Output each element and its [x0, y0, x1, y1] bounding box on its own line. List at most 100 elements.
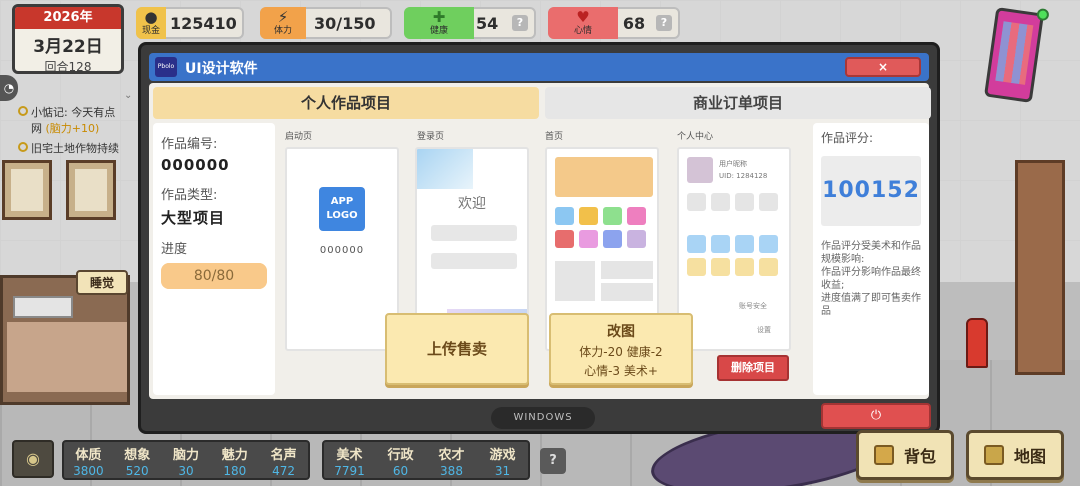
attribute-bar-left: 体质 3800 想象 520 脑力 30 魅力 180 名声 472	[62, 440, 310, 480]
bag-icon	[873, 445, 894, 465]
date-label: 3月22日	[33, 37, 103, 57]
project-type-value: 大型项目	[161, 209, 226, 227]
login-screen-label: 登录页	[417, 132, 445, 142]
home-screen-label: 首页	[545, 132, 564, 142]
login-input-placeholder	[431, 253, 517, 269]
project-info-panel: 作品编号: 000000 作品类型: 大型项目 进度 80/80	[153, 123, 275, 395]
progress-bar: 80/80	[161, 263, 267, 289]
health-label: 健康	[429, 26, 448, 36]
heart-icon: ♥ 心情	[548, 7, 618, 39]
log-entry: 小惦记: 今天有点 网 (脑力+10)	[18, 104, 140, 136]
uid-text: UID: 1284128	[719, 172, 768, 180]
attr-fame: 名声 472	[270, 448, 297, 478]
attributes-help-button[interactable]: ?	[540, 448, 566, 474]
mood-label: 心情	[573, 26, 592, 36]
home-card	[601, 261, 653, 279]
revise-button[interactable]: 改图 体力-20 健康-2 心情-3 美术+	[549, 313, 693, 385]
score-value: 100152	[821, 156, 921, 226]
eye-icon[interactable]: ◉	[12, 440, 54, 478]
fire-extinguisher	[966, 318, 988, 368]
log-text: 旧宅土地作物持续	[31, 142, 119, 155]
login-input-placeholder	[431, 225, 517, 241]
score-desc-3: 进度值满了即可售卖作品	[821, 293, 921, 317]
score-desc-2: 作品评分影响作品最终收益;	[821, 267, 921, 291]
mood-help-button[interactable]: ?	[656, 15, 672, 31]
score-panel: 作品评分: 100152 作品评分受美术和作品规模影响: 作品评分影响作品最终收…	[813, 123, 929, 395]
attr-charm: 魅力 180	[221, 448, 248, 478]
logo-text-2: LOGO	[326, 210, 358, 221]
profile-screen-mock: 用户昵称 UID: 1284128 账号安全 设置	[677, 147, 791, 351]
attr-imagination: 想象 520	[124, 448, 151, 478]
energy-label: 体力	[273, 26, 292, 36]
ui-design-software-window: Pbolo UI设计软件 × 个人作品项目 商业订单项目 作品编号: 00000…	[138, 42, 940, 434]
energy-value: 30/150	[314, 13, 376, 33]
mood-stat: ♥ 心情 68 ?	[548, 7, 680, 39]
nickname-text: 用户昵称	[719, 160, 747, 168]
settings-text: 设置	[757, 326, 771, 334]
revise-cost-1: 体力-20 健康-2	[579, 345, 663, 359]
app-icon: Pbolo	[155, 57, 177, 77]
project-id-label: 作品编号:	[161, 137, 218, 152]
map-label: 地图	[1013, 447, 1046, 466]
cash-label: 现金	[141, 26, 160, 36]
map-icon	[983, 445, 1004, 465]
ring-icon	[18, 142, 28, 152]
attr-farming: 农才 388	[438, 448, 465, 478]
score-description: 作品评分受美术和作品规模影响: 作品评分影响作品最终收益; 进度值满了即可售卖作…	[821, 240, 921, 318]
event-log: 小惦记: 今天有点 网 (脑力+10) 旧宅土地作物持续	[18, 104, 140, 160]
splash-screen-mock: APP LOGO 000000	[285, 147, 399, 351]
account-security-text: 账号安全	[739, 302, 767, 310]
year-label: 2026年	[15, 7, 121, 29]
profile-stats-row	[687, 193, 778, 211]
score-label: 作品评分:	[821, 131, 874, 145]
progress-label: 进度	[161, 242, 188, 257]
mood-value: 68	[622, 13, 646, 33]
login-gradient-deco	[417, 149, 473, 189]
tab-personal-projects[interactable]: 个人作品项目	[153, 87, 539, 119]
revise-cost-2: 心情-3 美术+	[584, 364, 658, 378]
window-content: 个人作品项目 商业订单项目 作品编号: 000000 作品类型: 大型项目 进度…	[149, 83, 931, 399]
chevron-down-icon[interactable]: ⌄	[124, 90, 132, 101]
upload-sell-button[interactable]: 上传售卖	[385, 313, 529, 385]
app-logo-icon: APP LOGO	[319, 187, 365, 231]
welcome-text: 欢迎	[458, 196, 486, 212]
tab-commercial-orders[interactable]: 商业订单项目	[545, 87, 931, 119]
door	[1015, 160, 1065, 375]
power-button[interactable]: ⏻	[821, 403, 931, 429]
attribute-bar-right: 美术 7791 行政 60 农才 388 游戏 31	[322, 440, 530, 480]
health-help-button[interactable]: ?	[512, 15, 528, 31]
attr-physique: 体质 3800	[73, 448, 104, 478]
delete-project-button[interactable]: 删除项目	[717, 355, 789, 381]
project-id-value: 000000	[161, 156, 230, 174]
log-text: 小惦记: 今天有点	[31, 106, 116, 119]
window-title: UI设计软件	[185, 61, 258, 77]
attr-admin: 行政 60	[387, 448, 414, 478]
wall-painting-plant	[2, 160, 52, 220]
progress-text: 80/80	[193, 268, 235, 284]
lightning-icon: ⚡ 体力	[260, 7, 306, 39]
window-titlebar: Pbolo UI设计软件 ×	[149, 53, 929, 81]
backpack-button[interactable]: 背包	[856, 430, 954, 480]
date-card: 2026年 3月22日 回合128	[12, 4, 124, 74]
home-card	[555, 261, 595, 301]
log-highlight: (脑力+10)	[45, 122, 100, 135]
sleep-button[interactable]: 睡觉	[76, 270, 129, 295]
revise-title: 改图	[607, 324, 635, 340]
logo-text-1: APP	[330, 196, 354, 207]
health-cross-icon: ✚ 健康	[404, 7, 474, 39]
profile-screen-label: 个人中心	[677, 132, 714, 142]
health-stat: ✚ 健康 54 ?	[404, 7, 536, 39]
home-card	[601, 283, 653, 301]
home-banner	[555, 157, 653, 197]
taskbar-windows-label: WINDOWS	[491, 407, 595, 429]
attr-art: 美术 7791	[334, 448, 365, 478]
cash-stat: ● 现金 125410	[136, 7, 244, 39]
project-type-label: 作品类型:	[161, 188, 218, 203]
log-text-cont: 网	[31, 122, 42, 135]
profile-icon-grid	[687, 235, 778, 276]
ring-icon	[18, 106, 28, 116]
map-button[interactable]: 地图	[966, 430, 1064, 480]
close-button[interactable]: ×	[845, 57, 921, 77]
score-desc-1: 作品评分受美术和作品规模影响:	[821, 241, 921, 265]
cash-value: 125410	[170, 13, 237, 33]
